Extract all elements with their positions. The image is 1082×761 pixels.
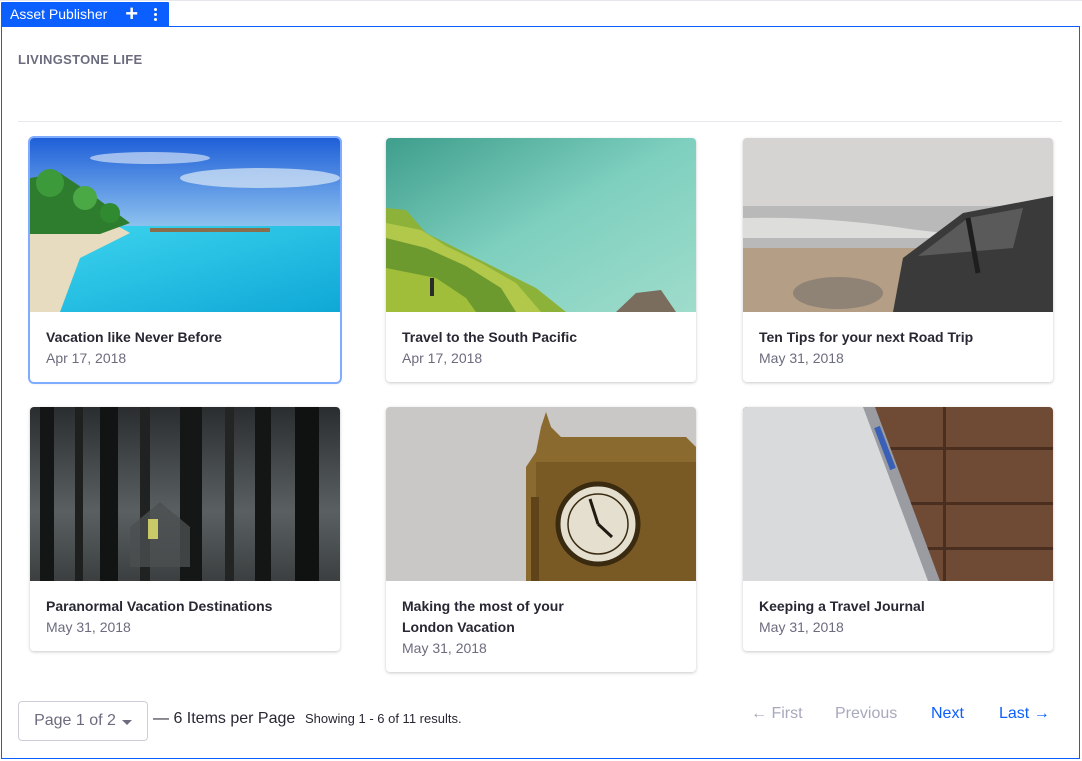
tropical-beach-image bbox=[30, 138, 340, 312]
card-title[interactable]: Travel to the South Pacific bbox=[402, 327, 680, 348]
card-title[interactable]: Paranormal Vacation Destinations bbox=[46, 596, 324, 617]
results-summary: Showing 1 - 6 of 11 results. bbox=[305, 711, 462, 726]
dark-forest-cabin-image bbox=[30, 407, 340, 581]
card-date: Apr 17, 2018 bbox=[402, 350, 483, 366]
asset-card[interactable]: Ten Tips for your next Road Trip May 31,… bbox=[743, 138, 1053, 382]
asset-card[interactable]: Making the most of your London Vacation … bbox=[386, 407, 696, 672]
card-title-line-1[interactable]: Making the most of your bbox=[402, 596, 680, 617]
asset-card[interactable]: Vacation like Never Before Apr 17, 2018 bbox=[30, 138, 340, 382]
portlet-topper: Asset Publisher + bbox=[1, 2, 170, 26]
card-title-line-2[interactable]: London Vacation bbox=[402, 617, 680, 638]
previous-page-link[interactable]: Previous bbox=[835, 705, 897, 723]
caret-down-icon bbox=[121, 719, 132, 725]
car-on-beach-image bbox=[743, 138, 1053, 312]
section-title: LIVINGSTONE LIFE bbox=[18, 52, 143, 67]
card-date: May 31, 2018 bbox=[759, 619, 844, 635]
asset-card[interactable]: Travel to the South Pacific Apr 17, 2018 bbox=[386, 138, 696, 382]
page-dropdown[interactable]: Page 1 of 2 bbox=[18, 701, 148, 741]
card-date: May 31, 2018 bbox=[46, 619, 131, 635]
portlet-title: Asset Publisher bbox=[10, 6, 108, 22]
asset-card[interactable]: Keeping a Travel Journal May 31, 2018 bbox=[743, 407, 1053, 651]
page-label: Page 1 of 2 bbox=[34, 712, 116, 729]
card-title[interactable]: Ten Tips for your next Road Trip bbox=[759, 327, 1037, 348]
next-page-link[interactable]: Next bbox=[931, 705, 964, 723]
plus-icon[interactable]: + bbox=[125, 3, 138, 25]
items-per-page: — 6 Items per Page bbox=[153, 710, 296, 727]
top-divider bbox=[0, 0, 1082, 1]
rice-terraces-image bbox=[386, 138, 696, 312]
card-title[interactable]: Vacation like Never Before bbox=[46, 327, 324, 348]
card-title[interactable]: Keeping a Travel Journal bbox=[759, 596, 1037, 617]
first-page-link[interactable]: ← First bbox=[751, 705, 803, 723]
card-date: May 31, 2018 bbox=[402, 640, 487, 656]
card-date: May 31, 2018 bbox=[759, 350, 844, 366]
section-divider bbox=[18, 121, 1062, 122]
vertical-ellipsis-icon[interactable] bbox=[150, 7, 161, 21]
asset-card[interactable]: Paranormal Vacation Destinations May 31,… bbox=[30, 407, 340, 651]
notebook-on-wood-image bbox=[743, 407, 1053, 581]
card-date: Apr 17, 2018 bbox=[46, 350, 127, 366]
big-ben-clock-image bbox=[386, 407, 696, 581]
last-page-link[interactable]: Last → bbox=[999, 705, 1050, 723]
